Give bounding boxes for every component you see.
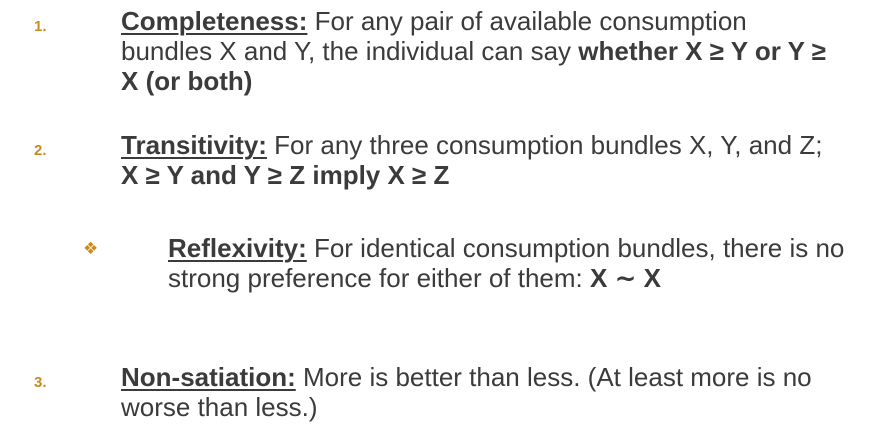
definition-emphasis: X ∼ X <box>590 263 661 293</box>
definition-text: For any three consumption bundles X, Y, … <box>266 130 823 160</box>
definition-emphasis: X ≥ Y and Y ≥ Z imply X ≥ Z <box>121 160 450 190</box>
item-number: 1. <box>34 18 47 35</box>
item-text: Completeness: For any pair of available … <box>121 6 841 96</box>
item-number: 3. <box>34 374 47 391</box>
item-text: Transitivity: For any three consumption … <box>121 130 841 190</box>
diamond-bullet-icon: ❖ <box>83 239 99 258</box>
term-transitivity: Transitivity: <box>121 130 267 160</box>
term-reflexivity: Reflexivity: <box>168 233 307 263</box>
item-text: Reflexivity: For identical consumption b… <box>168 233 848 293</box>
term-completeness: Completeness: <box>121 6 308 36</box>
item-text: Non-satiation: More is better than less.… <box>121 362 851 422</box>
term-non-satiation: Non-satiation: <box>121 362 296 392</box>
item-number: 2. <box>34 142 47 159</box>
